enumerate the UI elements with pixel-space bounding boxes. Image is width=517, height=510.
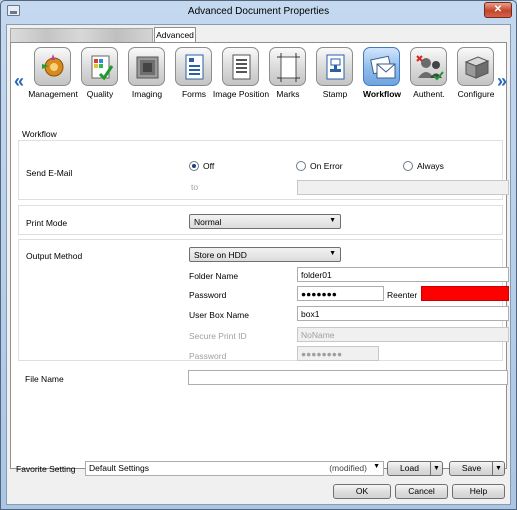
chevron-down-icon: ▼ [329, 250, 336, 257]
file-name-label: File Name [25, 374, 64, 384]
radio-on-error[interactable]: On Error [296, 161, 352, 173]
authentication-icon [410, 47, 447, 86]
user-box-name-field[interactable]: box1 [297, 306, 509, 321]
output-method-section: Output Method Store on HDD ▼ Folder Name… [18, 239, 509, 361]
chevron-down-icon: ▼ [373, 463, 380, 470]
output-method-value: Store on HDD [194, 250, 247, 260]
window-title: Advanced Document Properties [187, 6, 330, 17]
send-email-section: Send E-Mail Off On Error Always to [18, 140, 509, 200]
imaging-icon [128, 47, 165, 86]
output-method-label: Output Method [26, 251, 83, 261]
dialog-client-area: Advanced « » Management Quality Imaging … [6, 24, 511, 505]
print-mode-select[interactable]: Normal ▼ [189, 214, 341, 229]
management-gear-icon [34, 47, 71, 86]
folder-name-label: Folder Name [189, 271, 239, 281]
quality-icon [81, 47, 118, 86]
bottom-bar: Favorite Setting Default Settings (modif… [10, 459, 507, 501]
configure-icon [457, 47, 494, 86]
close-button[interactable]: ✕ [484, 2, 512, 18]
dialog-window: Advanced Document Properties ✕ Advanced … [0, 0, 517, 510]
favorite-setting-value: Default Settings [89, 463, 150, 473]
favorite-setting-select[interactable]: Default Settings (modified) ▼ [85, 461, 384, 476]
load-button-label: Load [400, 463, 419, 473]
reenter-label: Reenter [387, 290, 418, 300]
radio-off-label: Off [203, 161, 215, 171]
chevron-down-icon: ▼ [329, 217, 336, 224]
print-mode-value: Normal [194, 217, 222, 227]
folder-name-field[interactable]: folder01 [297, 267, 509, 282]
print-mode-label: Print Mode [26, 218, 68, 228]
radio-always[interactable]: Always [403, 161, 453, 173]
workflow-icon [363, 47, 400, 86]
password-label: Password [189, 290, 227, 300]
load-dropdown-arrow-icon[interactable]: ▼ [430, 462, 442, 475]
image-position-icon [222, 47, 259, 86]
radio-off-button[interactable] [189, 161, 199, 171]
forms-icon [175, 47, 212, 86]
file-name-field[interactable] [188, 370, 508, 385]
radio-always-label: Always [417, 161, 444, 171]
print-mode-section: Print Mode Normal ▼ [18, 205, 503, 235]
secure-print-id-field[interactable]: NoName [297, 327, 509, 342]
save-button-label: Save [461, 463, 482, 473]
ok-button[interactable]: OK [333, 484, 391, 499]
radio-on-error-label: On Error [310, 161, 343, 171]
reenter-password-field[interactable] [421, 286, 509, 301]
marks-icon [269, 47, 306, 86]
load-button[interactable]: Load ▼ [387, 461, 443, 476]
save-button[interactable]: Save ▼ [449, 461, 505, 476]
radio-always-button[interactable] [403, 161, 413, 171]
secure-password-label: Password [189, 351, 227, 361]
email-to-label: to [191, 182, 199, 192]
send-email-label: Send E-Mail [26, 168, 73, 178]
output-method-select[interactable]: Store on HDD ▼ [189, 247, 341, 262]
stamp-icon [316, 47, 353, 86]
section-title: Workflow [22, 129, 57, 139]
email-to-field[interactable] [297, 180, 509, 195]
favorite-setting-label: Favorite Setting [16, 464, 76, 474]
advanced-tab-panel: « » Management Quality Imaging Forms Ima… [10, 42, 509, 469]
radio-off[interactable]: Off [189, 161, 229, 173]
modified-indicator: (modified) [329, 463, 367, 473]
secure-print-id-label: Secure Print ID [189, 331, 247, 341]
password-field[interactable]: ●●●●●●● [297, 286, 384, 301]
tool-configure[interactable]: Configure [450, 45, 502, 105]
tab-advanced[interactable]: Advanced [154, 27, 196, 43]
cancel-button[interactable]: Cancel [395, 484, 448, 499]
radio-on-error-button[interactable] [296, 161, 306, 171]
tab-obscured[interactable] [10, 28, 153, 43]
workflow-content: Workflow Send E-Mail Off On Error Always [15, 126, 509, 464]
user-box-name-label: User Box Name [189, 310, 249, 320]
save-dropdown-arrow-icon[interactable]: ▼ [492, 462, 504, 475]
title-bar[interactable]: Advanced Document Properties ✕ [1, 1, 516, 23]
secure-password-field[interactable]: ●●●●●●●● [297, 346, 379, 361]
tool-label: Configure [457, 89, 495, 99]
help-button[interactable]: Help [452, 484, 505, 499]
